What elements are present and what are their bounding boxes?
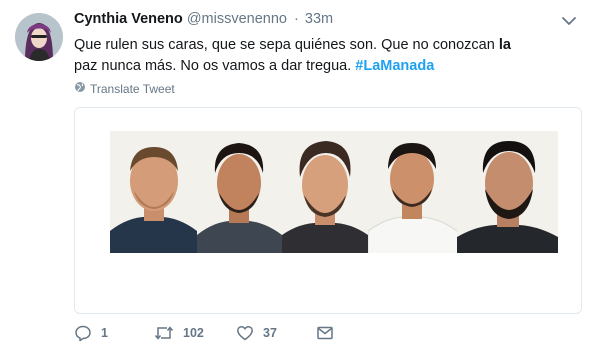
- photo-3: [282, 131, 368, 253]
- tweet-text-part2: paz nunca más. No os vamos a dar tregua.: [74, 58, 356, 74]
- display-name[interactable]: Cynthia Veneno: [74, 11, 183, 27]
- envelope-icon: [316, 324, 334, 342]
- tweet-actions: 1 102 37: [74, 324, 374, 346]
- tweet-header: Cynthia Veneno @missvenenno · 33m: [74, 11, 333, 27]
- retweet-icon: [154, 324, 174, 342]
- direct-message-button[interactable]: [316, 324, 334, 342]
- like-button[interactable]: 37: [236, 324, 277, 342]
- user-handle[interactable]: @missvenenno: [187, 11, 287, 27]
- tweet-text-part1: Que rulen sus caras, que se sepa quiénes…: [74, 37, 499, 53]
- tweet[interactable]: Cynthia Veneno @missvenenno · 33m Que ru…: [0, 0, 602, 356]
- separator-dot: ·: [294, 11, 299, 27]
- chevron-down-icon[interactable]: [560, 12, 578, 30]
- tweet-text-bold: la: [498, 37, 511, 53]
- translate-label: Translate Tweet: [90, 81, 175, 96]
- reply-count: 1: [101, 326, 108, 340]
- translate-tweet-link[interactable]: Translate Tweet: [74, 81, 175, 96]
- timestamp[interactable]: 33m: [305, 11, 333, 27]
- photo-5: [457, 131, 558, 253]
- media-card[interactable]: [74, 107, 582, 314]
- heart-icon: [236, 324, 254, 342]
- mugshot-strip: [110, 131, 558, 253]
- like-count: 37: [263, 326, 277, 340]
- tweet-text: Que rulen sus caras, que se sepa quiénes…: [74, 35, 514, 77]
- reply-icon: [74, 324, 92, 342]
- photo-2: [197, 131, 282, 253]
- photo-1: [110, 131, 197, 253]
- photo-4: [368, 131, 457, 253]
- retweet-count: 102: [183, 326, 204, 340]
- globe-icon: [74, 81, 86, 96]
- retweet-button[interactable]: 102: [154, 324, 204, 342]
- avatar[interactable]: [15, 13, 63, 61]
- hashtag-link[interactable]: #LaManada: [355, 58, 434, 74]
- reply-button[interactable]: 1: [74, 324, 108, 342]
